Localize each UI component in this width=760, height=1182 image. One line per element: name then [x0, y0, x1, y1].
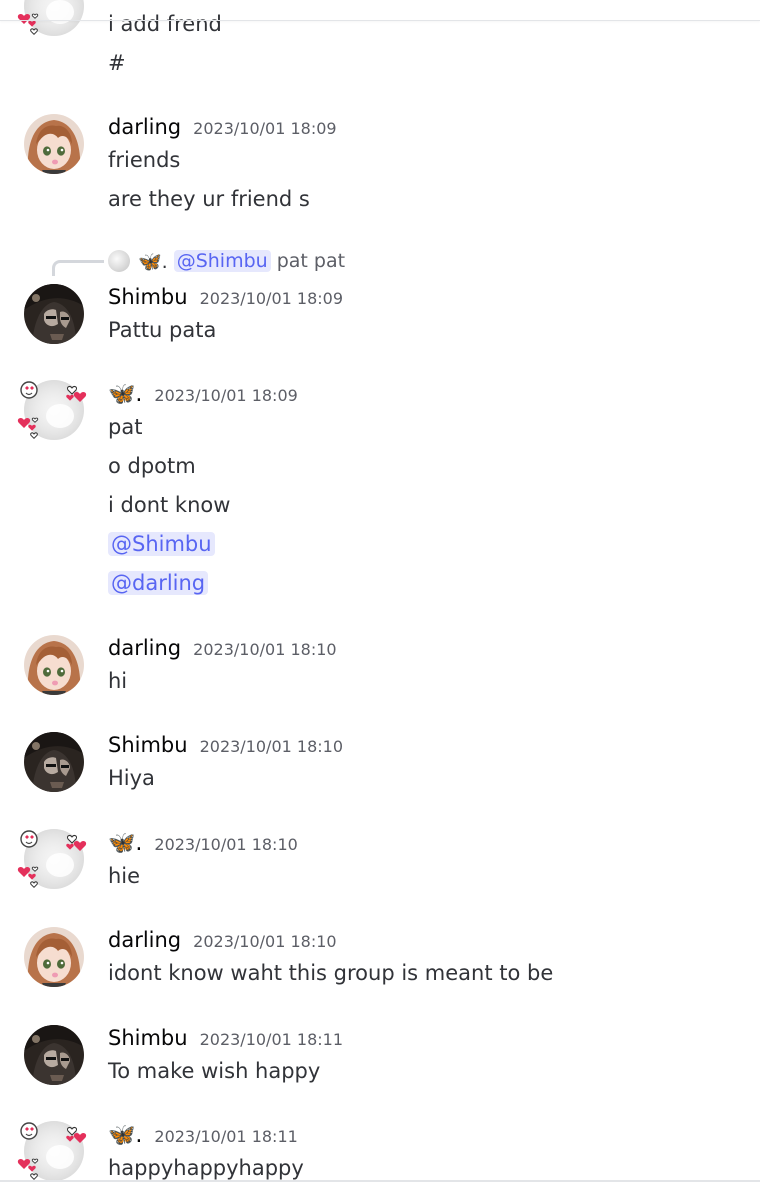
timestamp: 2023/10/01 18:11 — [154, 1127, 298, 1146]
username[interactable]: Shimbu — [108, 283, 188, 311]
avatar-shimbu[interactable] — [24, 1025, 84, 1085]
message-text: # — [108, 51, 126, 75]
username[interactable]: Shimbu — [108, 1024, 188, 1052]
message-text: o dpotm — [108, 454, 196, 478]
timestamp: 2023/10/01 18:10 — [193, 932, 337, 951]
message-text: friends — [108, 148, 181, 172]
username[interactable]: Shimbu — [108, 731, 188, 759]
message-text: Hiya — [108, 766, 155, 790]
reply-connector — [52, 260, 104, 276]
username[interactable]: darling — [108, 113, 181, 141]
timestamp: 2023/10/01 18:11 — [199, 1030, 343, 1049]
message-text: pat — [108, 415, 143, 439]
username[interactable]: 🦋. — [108, 1122, 142, 1150]
message-text: @Shimbu — [108, 530, 215, 558]
timestamp: 2023/10/01 18:10 — [154, 835, 298, 854]
mention[interactable]: @Shimbu — [173, 250, 271, 272]
timestamp: 2023/10/01 18:10 — [199, 737, 343, 756]
message-header: darling 2023/10/01 18:10 — [108, 926, 337, 954]
message-text: @darling — [108, 569, 209, 597]
reply-text: pat pat — [276, 250, 346, 272]
avatar-darling[interactable] — [24, 927, 84, 987]
message-header: darling 2023/10/01 18:09 — [108, 113, 337, 141]
timestamp: 2023/10/01 18:09 — [193, 119, 337, 138]
message-header: darling 2023/10/01 18:10 — [108, 634, 337, 662]
timestamp: 2023/10/01 18:09 — [154, 386, 298, 405]
avatar-shimbu[interactable] — [24, 284, 84, 344]
message-text: To make wish happy — [108, 1059, 321, 1083]
message-text: idont know waht this group is meant to b… — [108, 961, 554, 985]
mention[interactable]: @Shimbu — [108, 532, 215, 556]
timestamp: 2023/10/01 18:10 — [193, 640, 337, 659]
username[interactable]: 🦋. — [108, 830, 142, 858]
message-header: 🦋. 2023/10/01 18:10 — [108, 830, 298, 858]
message-text: happyhappyhappy — [108, 1156, 304, 1180]
avatar-butterfly-user[interactable] — [16, 1117, 94, 1182]
avatar-darling[interactable] — [24, 635, 84, 695]
message-header: Shimbu 2023/10/01 18:11 — [108, 1024, 343, 1052]
chat-message-list: i add frend # darling 2023/10/01 18:09 f… — [0, 0, 760, 1182]
message-text: hie — [108, 864, 141, 888]
mention[interactable]: @darling — [108, 571, 209, 595]
message-header: Shimbu 2023/10/01 18:10 — [108, 731, 343, 759]
reply-avatar — [108, 250, 130, 272]
message-text: Pattu pata — [108, 318, 217, 342]
username[interactable]: darling — [108, 926, 181, 954]
message-header: Shimbu 2023/10/01 18:09 — [108, 283, 343, 311]
message-text: hi — [108, 669, 128, 693]
timestamp: 2023/10/01 18:09 — [199, 289, 343, 308]
message-text: are they ur friend s — [108, 187, 310, 211]
avatar-butterfly-user[interactable] — [16, 825, 94, 891]
reply-username: 🦋. — [138, 250, 168, 273]
username[interactable]: darling — [108, 634, 181, 662]
avatar-shimbu[interactable] — [24, 732, 84, 792]
avatar-darling[interactable] — [24, 114, 84, 174]
message-header: 🦋. 2023/10/01 18:09 — [108, 381, 298, 409]
avatar-butterfly-user[interactable] — [16, 376, 94, 442]
message-text: i dont know — [108, 493, 231, 517]
reply-preview[interactable]: 🦋. @Shimbu pat pat — [108, 248, 345, 274]
message-header: 🦋. 2023/10/01 18:11 — [108, 1122, 298, 1150]
username[interactable]: 🦋. — [108, 381, 142, 409]
top-divider — [0, 0, 760, 21]
